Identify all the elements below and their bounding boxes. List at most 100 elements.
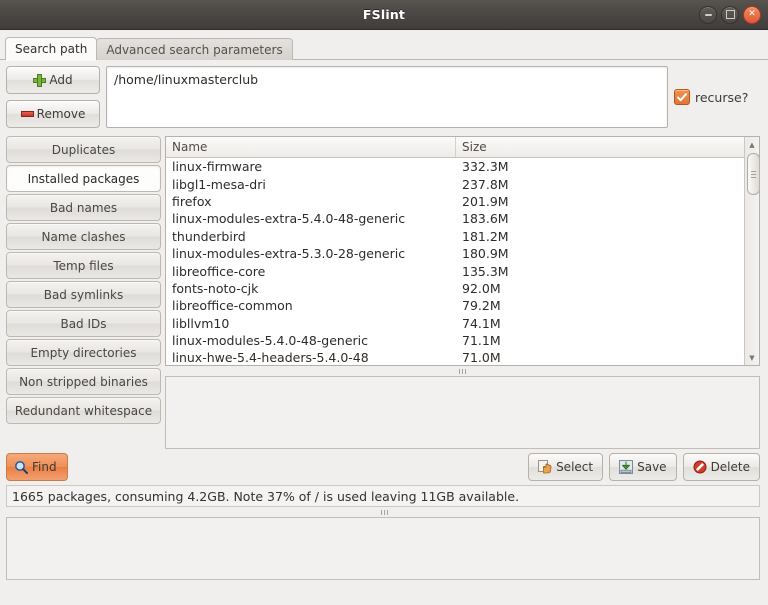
results-vertical-scrollbar[interactable]: ▲ ▼ xyxy=(744,137,759,365)
table-row[interactable]: linux-hwe-5.4-headers-5.4.0-48 71.0M xyxy=(166,349,744,365)
find-button[interactable]: Find xyxy=(6,453,68,481)
sidebar-item-empty-directories[interactable]: Empty directories xyxy=(6,339,161,366)
cell-name: libreoffice-core xyxy=(172,263,266,279)
window-controls: ✕ xyxy=(699,0,761,29)
save-button[interactable]: Save xyxy=(609,453,677,481)
save-icon xyxy=(619,460,634,474)
table-row[interactable]: libllvm10 74.1M xyxy=(166,315,744,332)
sidebar-item-label: Bad symlinks xyxy=(43,287,124,302)
cell-name: linux-modules-extra-5.3.0-28-generic xyxy=(172,246,406,262)
scroll-up-icon[interactable]: ▲ xyxy=(746,138,759,151)
cell-name: linux-modules-extra-5.4.0-48-generic xyxy=(172,211,406,227)
find-label: Find xyxy=(32,460,57,474)
recurse-label: recurse? xyxy=(695,89,749,105)
column-header-name[interactable]: Name xyxy=(166,137,456,157)
detail-pane[interactable] xyxy=(165,376,760,449)
delete-button[interactable]: Delete xyxy=(682,453,760,481)
cell-name: linux-firmware xyxy=(172,159,263,175)
results-list: Name Size linux-firmware 332.3M libgl1-me… xyxy=(166,137,744,365)
sidebar-item-redundant-whitespace[interactable]: Redundant whitespace xyxy=(6,397,161,424)
delete-icon xyxy=(693,460,707,474)
scroll-down-icon[interactable]: ▼ xyxy=(746,351,759,364)
results-rows[interactable]: linux-firmware 332.3M libgl1-mesa-dri 237.… xyxy=(166,158,744,365)
column-header-size[interactable]: Size xyxy=(456,137,744,157)
title-bar: FSlint ✕ xyxy=(0,0,768,30)
sidebar-item-temp-files[interactable]: Temp files xyxy=(6,252,161,279)
sidebar-item-label: Non stripped binaries xyxy=(19,374,148,389)
sidebar-item-duplicates[interactable]: Duplicates xyxy=(6,136,161,163)
pane-splitter[interactable] xyxy=(165,366,760,376)
sidebar-item-label: Bad names xyxy=(49,200,118,215)
recurse-option[interactable]: recurse? xyxy=(674,66,760,128)
check-icon xyxy=(677,92,687,101)
column-header-name-label: Name xyxy=(172,140,208,154)
splitter-grip-icon xyxy=(459,368,466,374)
cell-size: 71.0M xyxy=(462,350,501,365)
recurse-checkbox[interactable] xyxy=(674,89,690,105)
sidebar-item-label: Empty directories xyxy=(30,345,137,360)
cell-size: 183.6M xyxy=(462,211,509,227)
main-area: Duplicates Installed packages Bad names … xyxy=(0,134,768,449)
sidebar-item-name-clashes[interactable]: Name clashes xyxy=(6,223,161,250)
cell-name: libgl1-mesa-dri xyxy=(172,176,266,192)
cell-size: 332.3M xyxy=(462,159,509,175)
scroll-track[interactable] xyxy=(746,151,759,351)
bottom-pane-splitter[interactable] xyxy=(0,507,768,517)
sidebar-item-label: Temp files xyxy=(53,258,114,273)
cell-size: 201.9M xyxy=(462,193,509,209)
cell-name: fonts-noto-cjk xyxy=(172,280,259,296)
search-icon xyxy=(15,461,28,474)
close-button[interactable]: ✕ xyxy=(743,5,761,24)
sidebar-item-bad-ids[interactable]: Bad IDs xyxy=(6,310,161,337)
action-bar: Find Select Save Delete xyxy=(0,449,768,485)
cell-size: 79.2M xyxy=(462,298,501,314)
select-icon xyxy=(538,460,552,474)
sidebar-item-label: Name clashes xyxy=(41,229,126,244)
cell-size: 92.0M xyxy=(462,280,501,296)
remove-path-button[interactable]: Remove xyxy=(6,100,100,128)
table-row[interactable]: linux-modules-extra-5.3.0-28-generic 180.… xyxy=(166,245,744,262)
results-area: Name Size linux-firmware 332.3M libgl1-me… xyxy=(165,134,760,449)
results-list-frame: Name Size linux-firmware 332.3M libgl1-me… xyxy=(165,136,760,366)
table-row[interactable]: libreoffice-core 135.3M xyxy=(166,262,744,279)
minimize-button[interactable] xyxy=(699,5,717,24)
select-button[interactable]: Select xyxy=(528,453,604,481)
close-icon: ✕ xyxy=(748,9,756,19)
column-headers: Name Size xyxy=(166,137,744,158)
sidebar-item-installed-packages[interactable]: Installed packages xyxy=(6,165,161,192)
cell-size: 237.8M xyxy=(462,176,509,192)
search-path-input[interactable]: /home/linuxmasterclub xyxy=(106,66,668,128)
column-header-size-label: Size xyxy=(462,140,487,154)
table-row[interactable]: linux-modules-extra-5.4.0-48-generic 183.… xyxy=(166,210,744,227)
sidebar-item-bad-symlinks[interactable]: Bad symlinks xyxy=(6,281,161,308)
add-path-button[interactable]: Add xyxy=(6,66,100,94)
save-label: Save xyxy=(637,460,667,474)
search-path-value: /home/linuxmasterclub xyxy=(114,72,259,87)
tab-search-path[interactable]: Search path xyxy=(5,37,98,61)
cell-name: thunderbird xyxy=(172,228,246,244)
minus-icon xyxy=(20,111,34,117)
maximize-button[interactable] xyxy=(721,5,739,24)
table-row[interactable]: libgl1-mesa-dri 237.8M xyxy=(166,175,744,192)
cell-size: 71.1M xyxy=(462,333,501,349)
cell-name: firefox xyxy=(172,193,212,209)
table-row[interactable]: linux-modules-5.4.0-48-generic 71.1M xyxy=(166,332,744,349)
table-row[interactable]: fonts-noto-cjk 92.0M xyxy=(166,280,744,297)
search-path-panel: Add Remove /home/linuxmasterclub recurse… xyxy=(0,60,768,134)
sidebar-item-non-stripped-binaries[interactable]: Non stripped binaries xyxy=(6,368,161,395)
remove-path-label: Remove xyxy=(36,107,86,121)
sidebar-item-bad-names[interactable]: Bad names xyxy=(6,194,161,221)
tab-advanced-search-parameters[interactable]: Advanced search parameters xyxy=(96,38,293,60)
splitter-grip-icon xyxy=(380,509,388,515)
table-row[interactable]: linux-firmware 332.3M xyxy=(166,158,744,175)
table-row[interactable]: thunderbird 181.2M xyxy=(166,228,744,245)
maximize-icon xyxy=(725,10,735,19)
table-row[interactable]: firefox 201.9M xyxy=(166,193,744,210)
table-row[interactable]: libreoffice-common 79.2M xyxy=(166,297,744,314)
scroll-thumb[interactable] xyxy=(746,153,759,195)
add-path-label: Add xyxy=(49,73,73,87)
cell-size: 74.1M xyxy=(462,315,501,331)
output-pane[interactable] xyxy=(6,517,760,580)
tab-search-path-label: Search path xyxy=(15,42,88,56)
select-label: Select xyxy=(556,460,594,474)
